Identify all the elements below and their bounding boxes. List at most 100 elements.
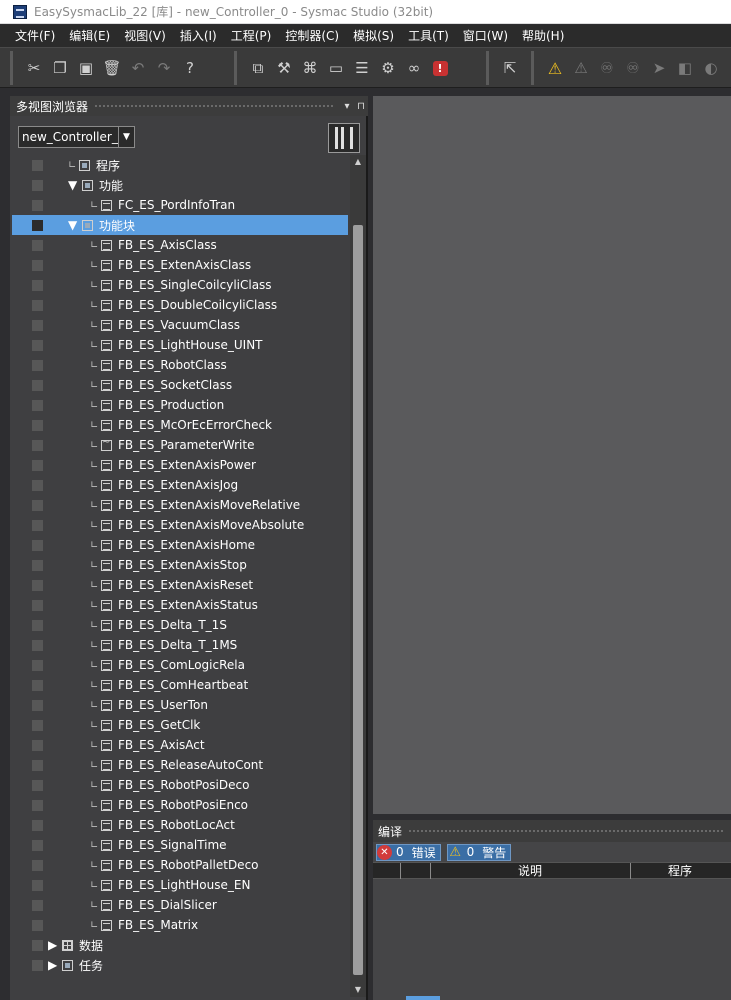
row-checkbox[interactable]	[32, 200, 43, 211]
row-checkbox[interactable]	[32, 220, 43, 231]
row-checkbox[interactable]	[32, 700, 43, 711]
row-checkbox[interactable]	[32, 240, 43, 251]
tree-row[interactable]: ∟ FB_ES_RobotPalletDeco	[12, 855, 348, 875]
row-checkbox[interactable]	[32, 600, 43, 611]
menu-item-6[interactable]: 模拟(S)	[346, 25, 401, 47]
tree-row[interactable]: ∟ FB_ES_Delta_T_1S	[12, 615, 348, 635]
tree-row[interactable]: ∟ FB_ES_RobotPosiDeco	[12, 775, 348, 795]
tree-row[interactable]: ∟ FB_ES_ComLogicRela	[12, 655, 348, 675]
row-checkbox[interactable]	[32, 920, 43, 931]
tree-row[interactable]: ▶ 任务	[12, 955, 348, 975]
tree-row[interactable]: ∟ FB_ES_ExtenAxisMoveAbsolute	[12, 515, 348, 535]
column-type[interactable]	[400, 863, 430, 879]
menu-item-5[interactable]: 控制器(C)	[278, 25, 346, 47]
tree-row[interactable]: ∟ FB_ES_Delta_T_1MS	[12, 635, 348, 655]
window-icon[interactable]: ▭	[323, 54, 349, 82]
tree-row[interactable]: ∟ FB_ES_SingleCoilcyliClass	[12, 275, 348, 295]
row-checkbox[interactable]	[32, 300, 43, 311]
tree-row[interactable]: ∟ FB_ES_SignalTime	[12, 835, 348, 855]
copy-icon[interactable]: ❐	[47, 54, 73, 82]
row-checkbox[interactable]	[32, 660, 43, 671]
menu-item-4[interactable]: 工程(P)	[224, 25, 279, 47]
error-icon[interactable]: !	[427, 54, 453, 82]
tree-row[interactable]: ∟ FB_ES_SocketClass	[12, 375, 348, 395]
list-icon[interactable]: ☰	[349, 54, 375, 82]
warning-dim-icon[interactable]: ⚠	[568, 54, 594, 82]
view-toggle-button[interactable]	[328, 123, 360, 153]
row-checkbox[interactable]	[32, 760, 43, 771]
row-checkbox[interactable]	[32, 260, 43, 271]
row-checkbox[interactable]	[32, 640, 43, 651]
tree-row[interactable]: ∟ FB_ES_RobotLocAct	[12, 815, 348, 835]
collapsed-arrow-icon[interactable]: ▶	[48, 958, 60, 972]
errors-filter-button[interactable]: ✕ 0 错误	[376, 843, 441, 861]
tree-row[interactable]: ∟ FB_ES_DialSlicer	[12, 895, 348, 915]
stack-dim-icon[interactable]: ◧	[672, 54, 698, 82]
tree-row[interactable]: ∟ FB_ES_ExtenAxisHome	[12, 535, 348, 555]
help-icon[interactable]: ?	[177, 54, 203, 82]
tree-row[interactable]: ∟ FB_ES_AxisClass	[12, 235, 348, 255]
tree-row[interactable]: ∟ FB_ES_RobotClass	[12, 355, 348, 375]
row-checkbox[interactable]	[32, 280, 43, 291]
more-dim-icon[interactable]: ◐	[698, 54, 724, 82]
tree-row[interactable]: ∟ FB_ES_ParameterWrite	[12, 435, 348, 455]
arrow-dim-icon[interactable]: ➤	[646, 54, 672, 82]
paste-icon[interactable]: ▣	[73, 54, 99, 82]
row-checkbox[interactable]	[32, 520, 43, 531]
hammer-icon[interactable]: ⚒	[271, 54, 297, 82]
redo-icon[interactable]: ↷	[151, 54, 177, 82]
tree-row[interactable]: ∟ FB_ES_GetClk	[12, 715, 348, 735]
row-checkbox[interactable]	[32, 720, 43, 731]
row-checkbox[interactable]	[32, 340, 43, 351]
tree-row[interactable]: ∟ FB_ES_ExtenAxisClass	[12, 255, 348, 275]
trace-dim-icon[interactable]: ♾	[620, 54, 646, 82]
tree-row[interactable]: ∟ FB_ES_ComHeartbeat	[12, 675, 348, 695]
row-checkbox[interactable]	[32, 800, 43, 811]
row-checkbox[interactable]	[32, 680, 43, 691]
row-checkbox[interactable]	[32, 540, 43, 551]
tree-row[interactable]: ∟ FB_ES_ExtenAxisMoveRelative	[12, 495, 348, 515]
chevron-down-icon[interactable]: ▼	[118, 127, 134, 147]
controller-select[interactable]: new_Controller_0 ▼	[18, 126, 135, 148]
tree-row[interactable]: ∟ FB_ES_ExtenAxisJog	[12, 475, 348, 495]
tree-row[interactable]: ∟ FB_ES_VacuumClass	[12, 315, 348, 335]
row-checkbox[interactable]	[32, 880, 43, 891]
menu-item-7[interactable]: 工具(T)	[401, 25, 456, 47]
dropdown-arrow-icon[interactable]: ▾	[340, 101, 354, 112]
menu-item-8[interactable]: 窗口(W)	[456, 25, 515, 47]
expanded-arrow-icon[interactable]: ▼	[68, 178, 80, 192]
menu-item-3[interactable]: 插入(I)	[173, 25, 224, 47]
row-checkbox[interactable]	[32, 160, 43, 171]
tree-row[interactable]: ∟ FB_ES_ReleaseAutoCont	[12, 755, 348, 775]
binoculars-icon[interactable]: ∞	[401, 54, 427, 82]
menu-item-2[interactable]: 视图(V)	[117, 25, 173, 47]
compile-tab-indicator[interactable]	[406, 996, 440, 1000]
row-checkbox[interactable]	[32, 420, 43, 431]
tree-row[interactable]: ▼ 功能	[12, 175, 348, 195]
row-checkbox[interactable]	[32, 460, 43, 471]
tree-row[interactable]: ∟ FB_ES_McOrEcErrorCheck	[12, 415, 348, 435]
row-checkbox[interactable]	[32, 820, 43, 831]
row-checkbox[interactable]	[32, 620, 43, 631]
tree-row[interactable]: ∟ FB_ES_Matrix	[12, 915, 348, 935]
row-checkbox[interactable]	[32, 780, 43, 791]
tree-row[interactable]: ∟ FB_ES_ExtenAxisReset	[12, 575, 348, 595]
scroll-down-icon[interactable]: ▼	[350, 983, 366, 997]
menu-item-0[interactable]: 文件(F)	[8, 25, 62, 47]
tree-row[interactable]: ∟ FC_ES_PordInfoTran	[12, 195, 348, 215]
undo-icon[interactable]: ↶	[125, 54, 151, 82]
row-checkbox[interactable]	[32, 320, 43, 331]
row-checkbox[interactable]	[32, 360, 43, 371]
row-checkbox[interactable]	[32, 560, 43, 571]
pin-icon[interactable]: ⊓	[354, 101, 368, 112]
expanded-arrow-icon[interactable]: ▼	[68, 218, 80, 232]
row-checkbox[interactable]	[32, 580, 43, 591]
collapsed-arrow-icon[interactable]: ▶	[48, 938, 60, 952]
tree-row[interactable]: ∟ FB_ES_ExtenAxisPower	[12, 455, 348, 475]
warning-icon[interactable]: ⚠	[542, 54, 568, 82]
tree-row[interactable]: ∟ FB_ES_ExtenAxisStatus	[12, 595, 348, 615]
tree-row[interactable]: ∟ FB_ES_DoubleCoilcyliClass	[12, 295, 348, 315]
build-icon[interactable]: ⧉	[245, 54, 271, 82]
row-checkbox[interactable]	[32, 900, 43, 911]
menu-item-1[interactable]: 编辑(E)	[62, 25, 117, 47]
